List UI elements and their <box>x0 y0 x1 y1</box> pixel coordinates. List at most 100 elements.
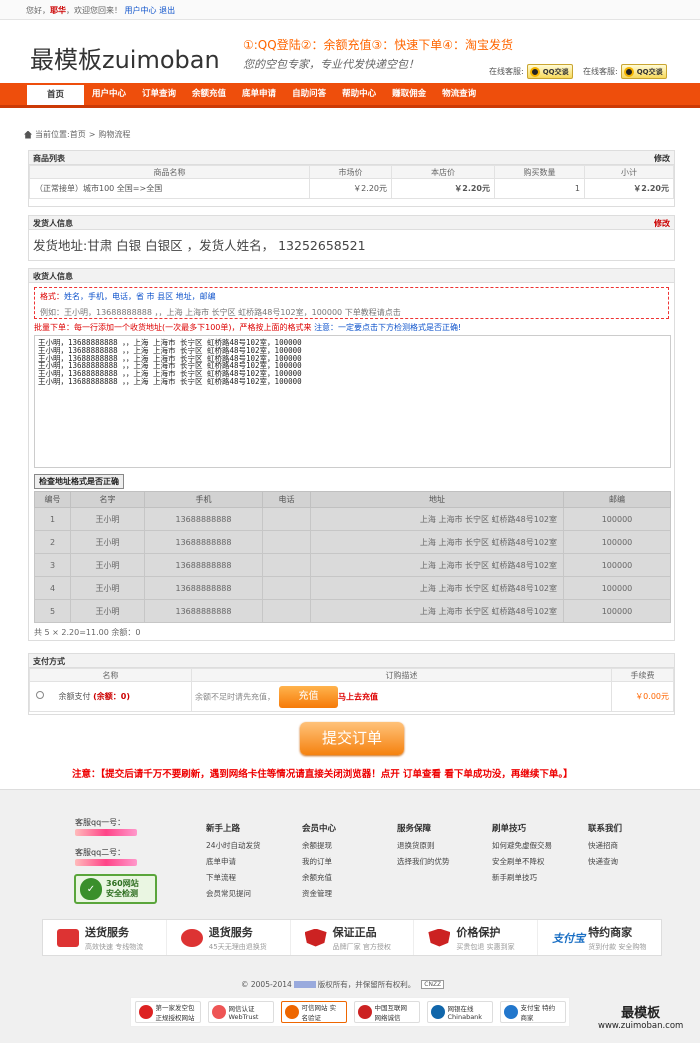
trusted-site-icon <box>284 1005 299 1019</box>
qq-penguin-icon <box>623 66 634 77</box>
trust-badges: 第一家发空包正规授权网站 网信认证 WebTrust 可信网站 实名验证 中国互… <box>130 997 570 1027</box>
sender-panel: 发货人信息 修改 发货地址:甘肃 白银 白银区 ，发货人姓名， 132526585… <box>28 215 675 261</box>
service-genuine: 保证正品 品牌厂家 官方授权 <box>291 920 415 955</box>
check-address-button[interactable]: 检查地址格式是否正确 <box>34 474 124 489</box>
online-service-2: 在线客服: QQ交谈 <box>583 64 667 79</box>
recharge-link[interactable]: 马上去充值 <box>338 692 378 701</box>
username: 耶华 <box>50 6 66 15</box>
breadcrumb-home[interactable]: 首页 <box>70 129 86 140</box>
nav-logistics[interactable]: 物流查询 <box>434 83 484 105</box>
nav-recharge[interactable]: 余额充值 <box>184 83 234 105</box>
badge-webtrust[interactable]: 网信认证 WebTrust <box>207 1001 274 1023</box>
pay-method-label: 余额支付 <box>58 692 91 701</box>
footer-link[interactable]: 下单流程 <box>206 872 261 888</box>
kf-qq-1: 客服qq一号： <box>75 817 137 837</box>
notice-text: 注意：【提交后请千万不要刷新，遇到网络卡住等情况请直接关闭浏览器！点开 订单查看… <box>72 769 573 780</box>
receiver-title: 收货人信息 <box>33 272 73 281</box>
shield-icon: ✓ <box>80 878 102 900</box>
receiver-panel: 收货人信息 格式：姓名，手机，电话，省 市 县区 地址，邮编 例如：王小明，13… <box>28 268 675 641</box>
batch-note: 批量下单：每一行添加一个收货地址(一次最多下100单)，严格按上面的格式来 注意… <box>34 323 462 332</box>
recharge-button[interactable]: 充值 <box>279 685 338 708</box>
welcome-text: ，欢迎您回来！ <box>66 6 122 15</box>
footer-link[interactable]: 我的订单 <box>302 856 336 872</box>
badge-alipay[interactable]: 支付宝 特约商家 <box>499 1001 566 1023</box>
qq-chat-button[interactable]: QQ交谈 <box>526 64 573 79</box>
nav-faq[interactable]: 自助问答 <box>284 83 334 105</box>
table-row: 1 王小明 13688888888 上海 上海市 长宁区 虹桥路48号102室 1000… <box>34 507 671 531</box>
sender-edit-link[interactable]: 修改 <box>654 218 670 228</box>
format-example[interactable]: 例如：王小明，13688888888 ，，上海 上海市 长宁区 虹桥路48号10… <box>40 307 663 318</box>
badge-chinabank[interactable]: 网银在线 Chinabank <box>426 1001 493 1023</box>
badge-internet-integrity[interactable]: 中国互联网 网络诚信 <box>353 1001 420 1023</box>
slogan-tagline: 您的空包专家，专业代发快递空包！ <box>243 58 419 71</box>
footer-link[interactable]: 余额充值 <box>302 872 336 888</box>
nav-help[interactable]: 帮助中心 <box>334 83 384 105</box>
nav-bottom-sheet[interactable]: 底单申请 <box>234 83 284 105</box>
table-row: 3 王小明 13688888888 上海 上海市 长宁区 虹桥路48号102室 1000… <box>34 553 671 577</box>
footer-link[interactable]: 会员常见提问 <box>206 888 261 904</box>
site-logo[interactable]: 最模板zuimoban <box>30 40 220 75</box>
integrity-icon <box>357 1005 372 1019</box>
kf-qq-2-number[interactable] <box>75 859 137 866</box>
footer-link[interactable]: 资金管理 <box>302 888 336 904</box>
badge-first-authorized[interactable]: 第一家发空包正规授权网站 <box>134 1001 201 1023</box>
shield-check-icon <box>304 928 327 947</box>
nav-commission[interactable]: 赚取佣金 <box>384 83 434 105</box>
service-price: 价格保护 买贵包退 实惠到家 <box>414 920 539 955</box>
badge-trusted-site[interactable]: 可信网站 实名验证 <box>280 1001 347 1023</box>
payment-title: 支付方式 <box>33 657 65 666</box>
service-alipay: 支付宝 特约商家 货到付款 安全购物 <box>552 925 647 951</box>
return-icon <box>180 928 203 947</box>
cert-360-badge[interactable]: ✓ 360网站 安全检测 <box>74 874 157 904</box>
footer-link[interactable]: 24小时自动发货 <box>206 840 261 856</box>
greeting-text: 您好， <box>26 6 50 15</box>
top-bar: 您好，耶华，欢迎您回来！ 用户中心 退出 <box>0 0 700 20</box>
footer-link[interactable]: 如何避免虚假交易 <box>492 840 552 856</box>
sender-address: 发货地址:甘肃 白银 白银区 ，发货人姓名， 13252658521 <box>33 238 366 253</box>
logout-link[interactable]: 退出 <box>159 6 175 15</box>
nav-home[interactable]: 首页 <box>27 85 84 105</box>
copyright: © 2005-2014 版权所有，并保留所有权利。 CNZZ <box>241 979 445 990</box>
puzzle-icon <box>503 1005 518 1019</box>
address-batch-textarea[interactable]: 王小明，13688888888 ，，上海 上海市 长宁区 虹桥路48号102室，… <box>34 335 671 468</box>
goods-list-panel: 商品列表 修改 商品名称 市场价 本店价 购买数量 小计 （正常接单）城市100 … <box>28 150 675 207</box>
kf-qq-2: 客服qq二号： <box>75 847 137 867</box>
table-row: （正常接单）城市100 全国=>全国 ￥2.20元 ￥2.20元 1 ￥2.20… <box>29 178 674 199</box>
breadcrumb: 当前位置: 首页 > 购物流程 <box>24 129 130 140</box>
footer-col-tips: 刷单技巧 如何避免虚假交易 安全刷单不降权 新手刷单技巧 <box>492 822 552 888</box>
submit-order-button[interactable]: 提交订单 <box>300 722 404 755</box>
qq-chat-button[interactable]: QQ交谈 <box>620 64 667 79</box>
qq-penguin-icon <box>529 66 540 77</box>
cnzz-badge[interactable]: CNZZ <box>421 980 445 989</box>
user-center-link[interactable]: 用户中心 <box>125 6 157 15</box>
online-service-1: 在线客服: QQ交谈 <box>489 64 573 79</box>
ribbon-icon <box>138 1005 153 1019</box>
footer-link[interactable]: 选择我们的优势 <box>397 856 450 872</box>
footer-link[interactable]: 余额提现 <box>302 840 336 856</box>
footer-link[interactable]: 退换货原则 <box>397 840 450 856</box>
payment-panel: 支付方式 名称 订购描述 手续费 余额支付 (余额：0) 余额不足时请先充值，充… <box>28 653 675 715</box>
goods-table: 商品名称 市场价 本店价 购买数量 小计 （正常接单）城市100 全国=>全国 … <box>29 165 674 199</box>
watermark: 最模板 www.zuimoban.com <box>598 1006 684 1031</box>
footer-link[interactable]: 新手刷单技巧 <box>492 872 552 888</box>
goods-title: 商品列表 <box>33 154 65 163</box>
nav-order-query[interactable]: 订单查询 <box>134 83 184 105</box>
footer-link[interactable]: 快递查询 <box>588 856 622 872</box>
table-row: 余额支付 (余额：0) 余额不足时请先充值， 充值 马上去充值 ￥0.00元 <box>29 681 674 712</box>
footer-col-contact: 联系我们 快递招商 快递查询 <box>588 822 622 872</box>
service-return: 退货服务 45天无理由退换货 <box>167 920 291 955</box>
main-nav: 首页 用户中心 订单查询 余额充值 底单申请 自助问答 帮助中心 赚取佣金 物流… <box>0 83 700 108</box>
footer-link[interactable]: 安全刷单不降权 <box>492 856 552 872</box>
service-delivery: 送货服务 高效快速 专线物流 <box>43 920 167 955</box>
footer-link[interactable]: 快递招商 <box>588 840 622 856</box>
payment-table: 名称 订购描述 手续费 余额支付 (余额：0) 余额不足时请先充值， 充值 马上去充… <box>29 668 674 712</box>
goods-edit-link[interactable]: 修改 <box>654 153 670 163</box>
pay-radio[interactable] <box>36 691 44 699</box>
kf-qq-1-number[interactable] <box>75 829 137 836</box>
service-bar: 送货服务 高效快速 专线物流 退货服务 45天无理由退换货 保证正品 品牌厂家 官方授… <box>42 919 662 956</box>
footer-col-guarantee: 服务保障 退换货原则 选择我们的优势 <box>397 822 450 872</box>
nav-user-center[interactable]: 用户中心 <box>84 83 134 105</box>
price-shield-icon <box>428 928 451 947</box>
footer-link[interactable]: 底单申请 <box>206 856 261 872</box>
format-hint: 格式：姓名，手机，电话，省 市 县区 地址，邮编 例如：王小明，13688888… <box>34 287 669 319</box>
